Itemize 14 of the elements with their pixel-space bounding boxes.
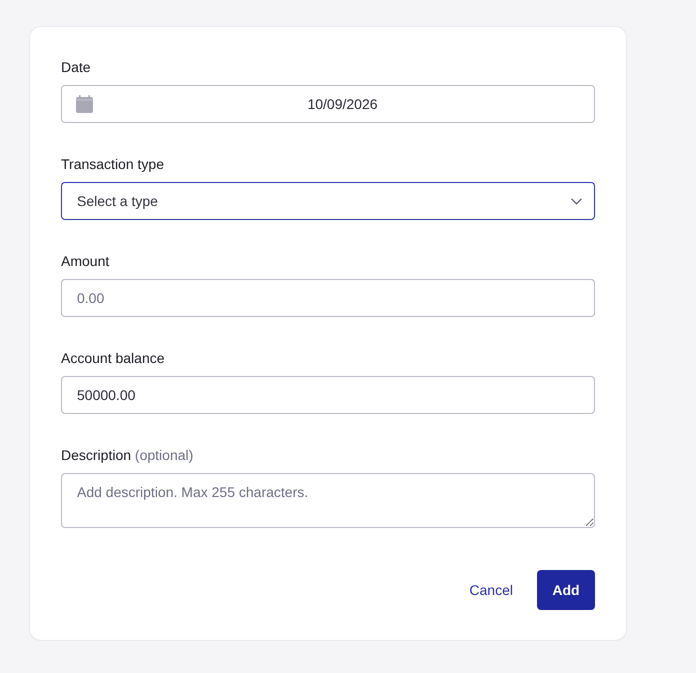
date-field[interactable]: 10/09/2026 bbox=[61, 85, 595, 123]
select-field[interactable]: Select a type bbox=[61, 182, 595, 220]
field-label: Amount bbox=[61, 252, 110, 271]
cancel-link[interactable]: Cancel bbox=[467, 570, 515, 610]
input-field[interactable]: 50000.00 bbox=[61, 376, 595, 414]
field-label: Transaction type bbox=[61, 155, 165, 174]
input-field[interactable]: 0.00 bbox=[61, 279, 595, 317]
field-label: Description (optional) bbox=[61, 446, 194, 465]
calendar-icon bbox=[76, 95, 93, 113]
textarea-field[interactable]: Add description. Max 255 characters. bbox=[61, 473, 595, 528]
field-label: Account balance bbox=[61, 349, 166, 368]
add-button[interactable]: Add bbox=[537, 570, 595, 610]
chevron-down-icon bbox=[571, 198, 582, 204]
field-label: Date bbox=[61, 58, 92, 77]
